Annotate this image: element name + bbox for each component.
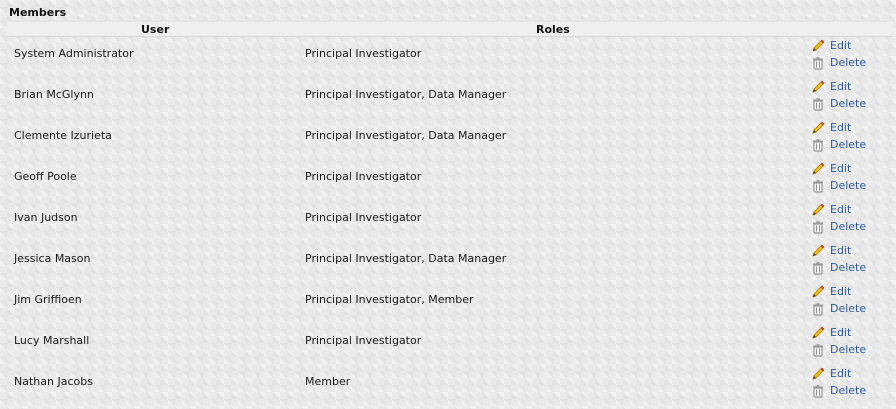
user-roles: Principal Investigator: [305, 334, 422, 347]
edit-label: Edit: [830, 285, 852, 298]
pencil-icon: [811, 39, 825, 53]
row-actions: Edit Delete: [811, 242, 866, 276]
user-name: Lucy Marshall: [14, 334, 90, 347]
table-row: System Administrator Principal Investiga…: [0, 37, 896, 78]
table-row: Ivan Judson Principal Investigator Edit …: [0, 201, 896, 242]
user-name: Jim Griffioen: [14, 293, 82, 306]
table-row: Jim Griffioen Principal Investigator, Me…: [0, 283, 896, 324]
row-actions: Edit Delete: [811, 201, 866, 235]
user-name: Ivan Judson: [14, 211, 78, 224]
delete-button[interactable]: Delete: [811, 382, 866, 399]
row-actions: Edit Delete: [811, 324, 866, 358]
delete-button[interactable]: Delete: [811, 300, 866, 317]
row-actions: Edit Delete: [811, 365, 866, 399]
edit-button[interactable]: Edit: [811, 119, 866, 136]
trash-icon: [811, 261, 825, 275]
user-name: Nathan Jacobs: [14, 375, 93, 388]
user-name: Jessica Mason: [14, 252, 91, 265]
table-row: Nathan Jacobs Member Edit Delete: [0, 365, 896, 406]
edit-button[interactable]: Edit: [811, 324, 866, 341]
delete-button[interactable]: Delete: [811, 54, 866, 71]
row-actions: Edit Delete: [811, 119, 866, 153]
trash-icon: [811, 384, 825, 398]
pencil-icon: [811, 80, 825, 94]
pencil-icon: [811, 285, 825, 299]
table-row: Brian McGlynn Principal Investigator, Da…: [0, 78, 896, 119]
edit-button[interactable]: Edit: [811, 201, 866, 218]
pencil-icon: [811, 326, 825, 340]
user-roles: Principal Investigator: [305, 47, 422, 60]
edit-button[interactable]: Edit: [811, 283, 866, 300]
row-actions: Edit Delete: [811, 160, 866, 194]
pencil-icon: [811, 367, 825, 381]
delete-label: Delete: [830, 220, 867, 233]
trash-icon: [811, 220, 825, 234]
edit-button[interactable]: Edit: [811, 78, 866, 95]
table-row: Clemente Izurieta Principal Investigator…: [0, 119, 896, 160]
delete-label: Delete: [830, 343, 867, 356]
row-actions: Edit Delete: [811, 37, 866, 71]
pencil-icon: [811, 244, 825, 258]
trash-icon: [811, 302, 825, 316]
edit-label: Edit: [830, 121, 852, 134]
trash-icon: [811, 56, 825, 70]
delete-button[interactable]: Delete: [811, 218, 866, 235]
edit-label: Edit: [830, 162, 852, 175]
members-panel: Members User Roles System Administrator …: [0, 0, 896, 409]
delete-label: Delete: [830, 138, 867, 151]
user-roles: Principal Investigator: [305, 211, 422, 224]
table-row: Jessica Mason Principal Investigator, Da…: [0, 242, 896, 283]
pencil-icon: [811, 162, 825, 176]
trash-icon: [811, 97, 825, 111]
delete-button[interactable]: Delete: [811, 95, 866, 112]
section-title: Members: [9, 6, 67, 19]
trash-icon: [811, 138, 825, 152]
user-name: Clemente Izurieta: [14, 129, 112, 142]
user-roles: Member: [305, 375, 351, 388]
pencil-icon: [811, 203, 825, 217]
row-actions: Edit Delete: [811, 283, 866, 317]
delete-button[interactable]: Delete: [811, 341, 866, 358]
table-row: Geoff Poole Principal Investigator Edit …: [0, 160, 896, 201]
delete-label: Delete: [830, 302, 867, 315]
user-roles: Principal Investigator, Data Manager: [305, 252, 507, 265]
column-header-user: User: [141, 23, 170, 36]
edit-label: Edit: [830, 203, 852, 216]
delete-label: Delete: [830, 261, 867, 274]
delete-button[interactable]: Delete: [811, 259, 866, 276]
trash-icon: [811, 343, 825, 357]
column-header-roles: Roles: [536, 23, 570, 36]
edit-label: Edit: [830, 80, 852, 93]
delete-button[interactable]: Delete: [811, 136, 866, 153]
edit-label: Edit: [830, 326, 852, 339]
edit-button[interactable]: Edit: [811, 37, 866, 54]
edit-label: Edit: [830, 367, 852, 380]
user-roles: Principal Investigator: [305, 170, 422, 183]
trash-icon: [811, 179, 825, 193]
edit-button[interactable]: Edit: [811, 242, 866, 259]
edit-button[interactable]: Edit: [811, 160, 866, 177]
user-name: Geoff Poole: [14, 170, 77, 183]
edit-button[interactable]: Edit: [811, 365, 866, 382]
user-roles: Principal Investigator, Data Manager: [305, 88, 507, 101]
user-name: System Administrator: [14, 47, 134, 60]
user-name: Brian McGlynn: [14, 88, 94, 101]
table-row: Lucy Marshall Principal Investigator Edi…: [0, 324, 896, 365]
user-roles: Principal Investigator, Data Manager: [305, 129, 507, 142]
pencil-icon: [811, 121, 825, 135]
delete-label: Delete: [830, 97, 867, 110]
user-roles: Principal Investigator, Member: [305, 293, 474, 306]
delete-button[interactable]: Delete: [811, 177, 866, 194]
delete-label: Delete: [830, 384, 867, 397]
row-actions: Edit Delete: [811, 78, 866, 112]
delete-label: Delete: [830, 179, 867, 192]
edit-label: Edit: [830, 39, 852, 52]
edit-label: Edit: [830, 244, 852, 257]
table-header: User Roles: [6, 22, 892, 37]
delete-label: Delete: [830, 56, 867, 69]
